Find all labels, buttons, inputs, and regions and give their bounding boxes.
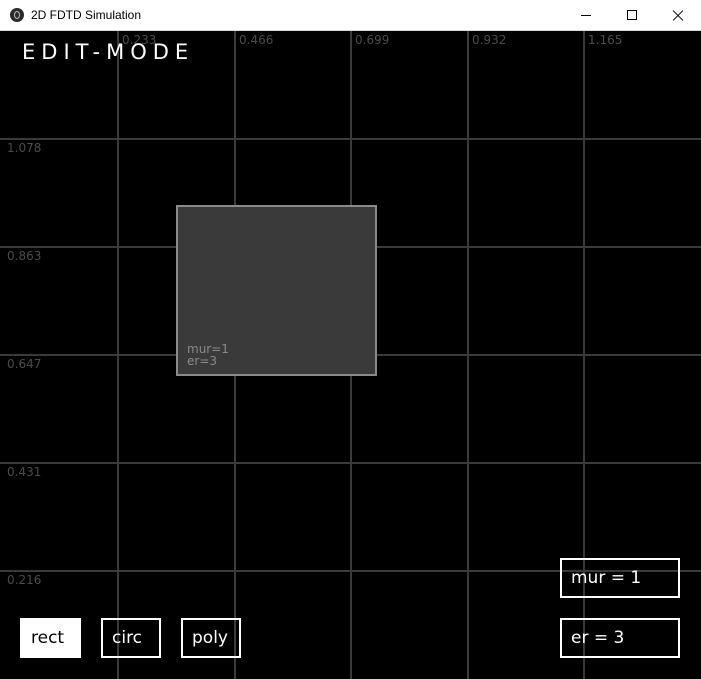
poly-tool-button[interactable]: poly [181, 618, 241, 658]
x-tick-label: 0.466 [239, 33, 274, 47]
close-button[interactable] [655, 0, 701, 30]
shape-er-label: er=3 [187, 354, 218, 368]
app-window: 2D FDTD Simulation 0.233 0.466 0.699 0.9… [0, 0, 701, 679]
y-tick-label: 0.647 [7, 357, 42, 371]
grid-line-horizontal [0, 462, 701, 464]
maximize-button[interactable] [609, 0, 655, 30]
er-field[interactable]: er = 3 [560, 618, 680, 658]
rect-tool-button[interactable]: rect [20, 618, 81, 658]
y-tick-label: 1.078 [7, 141, 42, 155]
x-tick-label: 0.932 [472, 33, 507, 47]
title-bar[interactable]: 2D FDTD Simulation [0, 0, 701, 31]
y-tick-label: 0.863 [7, 249, 42, 263]
simulation-canvas[interactable]: 0.233 0.466 0.699 0.932 1.165 1.078 0.86… [0, 31, 701, 679]
circ-tool-button[interactable]: circ [101, 618, 161, 658]
rect-shape[interactable]: mur=1 er=3 [176, 205, 377, 376]
y-tick-label: 0.431 [7, 465, 42, 479]
y-tick-label: 0.216 [7, 573, 42, 587]
window-title: 2D FDTD Simulation [31, 8, 142, 22]
grid-line-horizontal [0, 138, 701, 140]
minimize-button[interactable] [563, 0, 609, 30]
x-tick-label: 1.165 [588, 33, 623, 47]
mode-title: EDIT-MODE [22, 40, 195, 64]
x-tick-label: 0.699 [355, 33, 390, 47]
mur-field[interactable]: mur = 1 [560, 558, 680, 598]
app-icon [10, 8, 24, 22]
